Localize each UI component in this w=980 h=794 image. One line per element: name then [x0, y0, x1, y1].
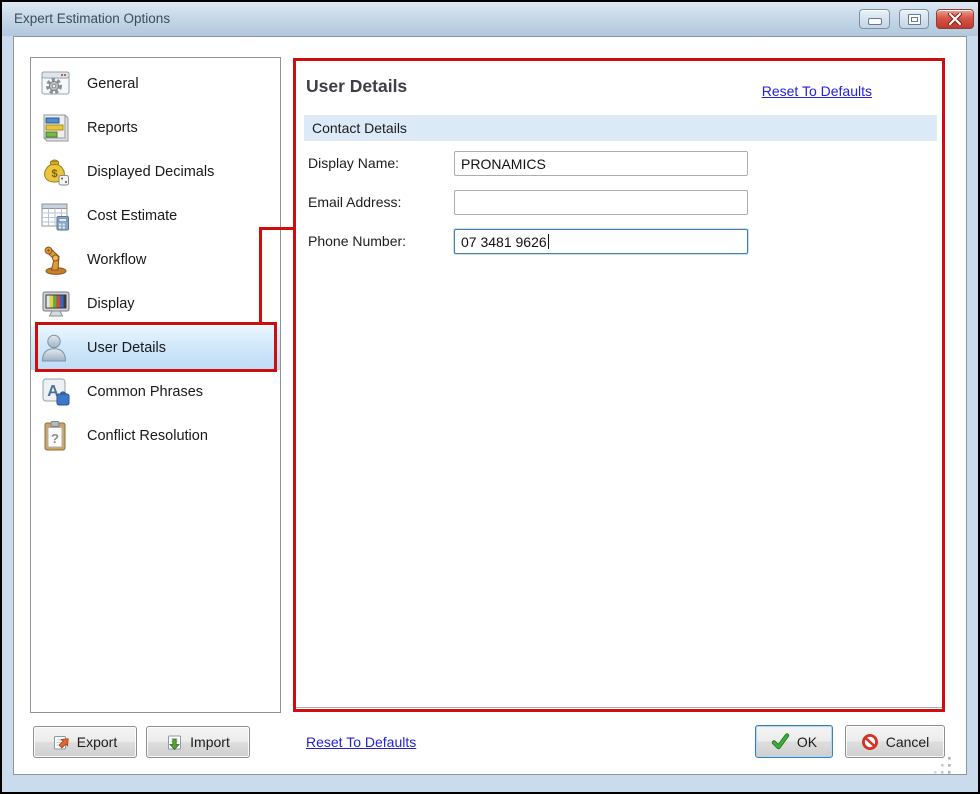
contact-details-section-header: Contact Details	[304, 115, 937, 141]
monitor-icon	[39, 287, 73, 321]
import-button-label: Import	[190, 734, 230, 750]
sidebar-item-reports[interactable]: Reports	[31, 106, 280, 150]
export-icon	[53, 734, 70, 751]
reset-to-defaults-link-top[interactable]: Reset To Defaults	[762, 83, 872, 99]
close-icon	[948, 13, 962, 25]
sidebar-item-general[interactable]: General	[31, 62, 280, 106]
minimize-button[interactable]	[859, 9, 890, 29]
restore-icon	[908, 14, 921, 25]
phone-number-input[interactable]: 07 3481 9626	[454, 229, 748, 254]
money-bag-icon: $	[39, 155, 73, 189]
ok-button[interactable]: OK	[755, 725, 833, 758]
close-button[interactable]	[936, 9, 974, 29]
phone-number-label: Phone Number:	[308, 229, 406, 254]
robot-arm-icon	[39, 243, 73, 277]
sidebar-item-label: Workflow	[87, 252, 146, 268]
sidebar-item-label: General	[87, 76, 139, 92]
ok-button-label: OK	[797, 734, 817, 750]
sidebar-item-common-phrases[interactable]: A Common Phrases	[31, 370, 280, 414]
sidebar-item-workflow[interactable]: Workflow	[31, 238, 280, 282]
maximize-button[interactable]	[899, 9, 929, 29]
cancel-button[interactable]: Cancel	[845, 725, 945, 758]
phone-number-value: 07 3481 9626	[461, 231, 547, 253]
export-button-label: Export	[77, 734, 117, 750]
dialog-window: Expert Estimation Options	[2, 2, 978, 792]
sidebar-item-cost-estimate[interactable]: Cost Estimate	[31, 194, 280, 238]
text-caret	[548, 234, 549, 249]
resize-grip[interactable]	[931, 756, 954, 777]
email-address-input[interactable]	[454, 190, 748, 215]
sidebar-item-label: Conflict Resolution	[87, 428, 208, 444]
spreadsheet-calculator-icon	[39, 199, 73, 233]
minimize-icon	[868, 18, 882, 25]
letter-a-puzzle-icon: A	[39, 375, 73, 409]
reset-to-defaults-link-bottom[interactable]: Reset To Defaults	[306, 734, 416, 750]
clipboard-question-icon: ?	[39, 419, 73, 453]
import-icon	[166, 734, 183, 751]
email-address-label: Email Address:	[308, 190, 401, 215]
display-name-label: Display Name:	[308, 151, 399, 176]
window-title: Expert Estimation Options	[14, 11, 170, 26]
sidebar-item-label: User Details	[87, 340, 166, 356]
check-icon	[771, 733, 790, 750]
user-details-panel: User Details Reset To Defaults Contact D…	[295, 60, 943, 708]
display-name-value: PRONAMICS	[461, 153, 546, 175]
sidebar-item-label: Common Phrases	[87, 384, 203, 400]
sidebar-item-conflict-resolution[interactable]: ? Conflict Resolution	[31, 414, 280, 458]
sidebar-item-label: Cost Estimate	[87, 208, 177, 224]
titlebar[interactable]: Expert Estimation Options	[2, 2, 978, 36]
sidebar-item-displayed-decimals[interactable]: $ Displayed Decimals	[31, 150, 280, 194]
sidebar-item-user-details[interactable]: User Details	[31, 326, 280, 370]
person-icon	[39, 331, 73, 365]
options-category-list: General Reports $	[30, 57, 281, 713]
import-button[interactable]: Import	[146, 726, 250, 758]
sidebar-item-label: Reports	[87, 120, 138, 136]
page-title: User Details	[306, 76, 407, 97]
display-name-input[interactable]: PRONAMICS	[454, 151, 748, 176]
sidebar-item-label: Display	[87, 296, 135, 312]
export-button[interactable]: Export	[33, 726, 137, 758]
svg-text:$: $	[51, 168, 57, 180]
svg-text:?: ?	[51, 431, 59, 446]
cancel-button-label: Cancel	[886, 734, 930, 750]
gear-window-icon	[39, 67, 73, 101]
no-entry-icon	[861, 733, 879, 751]
bar-chart-icon	[39, 111, 73, 145]
sidebar-item-display[interactable]: Display	[31, 282, 280, 326]
sidebar-item-label: Displayed Decimals	[87, 164, 214, 180]
